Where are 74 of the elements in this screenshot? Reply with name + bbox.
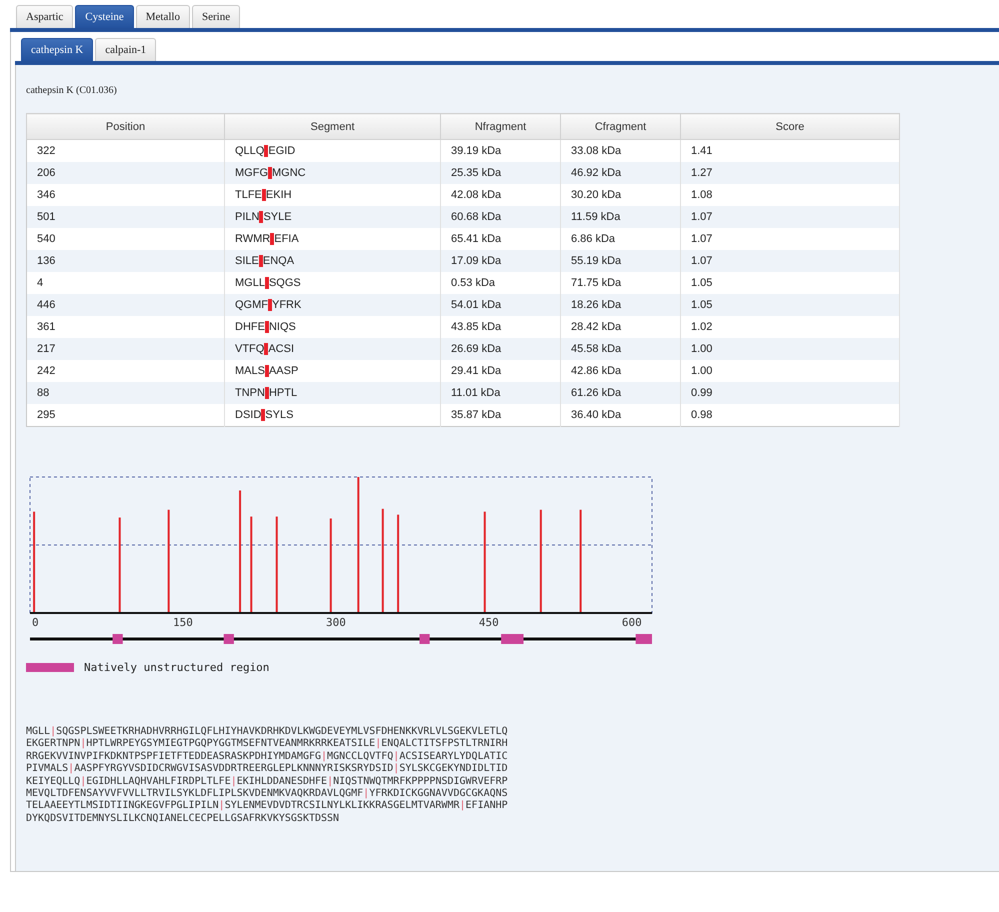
table-cell: 206 xyxy=(26,162,224,184)
tick-label: 0 xyxy=(32,616,39,629)
table-cell: 217 xyxy=(26,338,224,360)
table-cell: 11.01 kDa xyxy=(440,382,560,404)
table-cell: 54.01 kDa xyxy=(440,294,560,316)
segment-cell: PILN SYLE xyxy=(235,211,292,223)
cleavage-mark xyxy=(259,211,264,223)
table-cell: 18.26 kDa xyxy=(560,294,680,316)
tab[interactable]: cathepsin K xyxy=(21,38,94,61)
table-cell: 0.99 xyxy=(680,382,900,404)
tab[interactable]: Cysteine xyxy=(75,5,134,28)
segment-cell: SILE ENQA xyxy=(235,255,294,267)
segment-cell: RWMR EFIA xyxy=(235,233,299,245)
column-header[interactable]: Segment xyxy=(224,114,440,140)
segment-cell: TNPN HPTL xyxy=(235,387,298,399)
table-cell: 46.92 kDa xyxy=(560,162,680,184)
table-cell: 501 xyxy=(26,206,224,228)
table-cell: 0.98 xyxy=(680,404,900,426)
cleavage-mark xyxy=(268,167,272,179)
table-cell: 295 xyxy=(26,404,224,426)
cleavage-mark xyxy=(264,365,269,377)
column-header[interactable]: Position xyxy=(26,114,224,140)
table-cell: 36.40 kDa xyxy=(560,404,680,426)
table-cell: 45.58 kDa xyxy=(560,338,680,360)
table-cell: 88 xyxy=(26,382,224,404)
segment-cell: MGLL SQGS xyxy=(235,277,301,289)
segment-cell: DSID SYLS xyxy=(235,409,294,421)
table-cell: 61.26 kDa xyxy=(560,382,680,404)
column-header[interactable]: Score xyxy=(680,114,900,140)
tick-label: 450 xyxy=(478,616,499,629)
table-cell: 1.07 xyxy=(680,206,900,228)
legend-swatch xyxy=(26,663,74,672)
tick-label: 600 xyxy=(622,616,642,629)
legend-label: Natively unstructured region xyxy=(84,661,270,674)
cleavage-mark xyxy=(270,233,274,245)
segment-cell: QGMF YFRK xyxy=(235,299,302,311)
table-cell: 1.00 xyxy=(680,338,900,360)
table-cell: 1.05 xyxy=(680,294,900,316)
tab[interactable]: Serine xyxy=(192,5,240,28)
segment-cell: QLLQ EGID xyxy=(235,145,296,157)
cleavage-mark xyxy=(264,321,269,333)
segment-cell: MALS AASP xyxy=(235,365,298,377)
table-cell: 55.19 kDa xyxy=(560,250,680,272)
segment-cell: VTFQ ACSI xyxy=(235,343,294,355)
table-cell: 1.07 xyxy=(680,250,900,272)
cleavage-mark xyxy=(258,255,263,267)
cleavage-mark xyxy=(264,277,269,289)
cleavage-mark xyxy=(261,409,266,421)
tab[interactable]: calpain-1 xyxy=(95,38,156,61)
table-cell: 446 xyxy=(26,294,224,316)
segment-cell: MGFG MGNC xyxy=(235,167,306,179)
table-cell: 11.59 kDa xyxy=(560,206,680,228)
tab[interactable]: Metallo xyxy=(136,5,190,28)
tick-label: 150 xyxy=(173,616,193,629)
sequence-text: MGLL|SQGSPLSWEETKRHADHVRRHGILQFLHIYHAVKDRHKDVLKWGDEVEYMLVSFDHENKKVRLVLSGEKVLETLQ EKGERTNPN|HPTLWRPEYGSYMIEGTPGQPYGGTMSEFNTVEANMRKRRKEATSILE|ENQALCTITSFPSTLTRNIRH RRGEKVVINVPIFKDKNTPSPFIETFTEDDEASRASKPDHIYMDAMGFG|MGNCCLQVTFQ|ACSISEARYLYDQLATIC PIVMALS|AASPFYRGYVSDIDCRWGVISASVDDRTREERGLEPLKNNNYRISKSRYDSID|SYLSKCGEKYNDIDLTID KEIYEQLLQ|EGIDHLLAQHVAHLFIRDPLTLFE|EKIHLDDANESDHFE|NIQSTNWQTMRFKPPPPNSDIGWRVEFRP MEVQLTDFENSAYVVFVVLLTRVILSYKLDFLIPLSKVDENMKVAQKRDAVLQGMF|YFRKDICKGGNAVVDGCGKAQNS TELAAEEYTLMSIDTIINGKEGVFPGLIPILN|SYLENMEVDVDTRCSILNYLKLIKKRASGELMTVARWMR|EFIANHP DYKQDSVITDEMNYSLILKCNQIANELCECPELLGSAFRKVKYSGSKTDSSN xyxy=(26,726,509,826)
cleavage-mark xyxy=(268,299,272,311)
table-cell: 60.68 kDa xyxy=(440,206,560,228)
tab[interactable]: Aspartic xyxy=(16,5,74,28)
segment-cell: TLFE EKIH xyxy=(235,189,292,201)
table-cell: 17.09 kDa xyxy=(440,250,560,272)
table-cell: 25.35 kDa xyxy=(440,162,560,184)
table-cell: 136 xyxy=(26,250,224,272)
cleavage-mark xyxy=(262,189,266,201)
column-header[interactable]: Cfragment xyxy=(560,114,680,140)
section-heading: cathepsin K (C01.036) xyxy=(26,85,118,96)
cleavage-mark xyxy=(264,145,268,157)
segment-cell: DHFE NIQS xyxy=(235,321,296,333)
cleavage-mark xyxy=(264,387,269,399)
cleavage-mark xyxy=(264,343,268,355)
tick-label: 300 xyxy=(326,616,346,629)
table-cell: 35.87 kDa xyxy=(440,404,560,426)
column-header[interactable]: Nfragment xyxy=(440,114,560,140)
table-cell: 1.27 xyxy=(680,162,900,184)
table-cell: 26.69 kDa xyxy=(440,338,560,360)
